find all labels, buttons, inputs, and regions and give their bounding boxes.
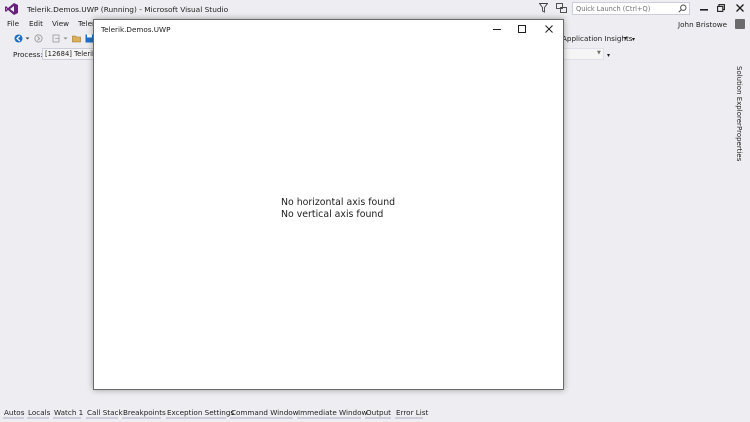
tab-call-stack[interactable]: Call Stack [87,408,123,417]
horizontal-axis-message: No horizontal axis found [281,197,396,208]
process-dropdown[interactable]: [12684] Telerik.D [42,48,98,60]
maximize-icon [518,24,526,33]
minimize-icon [700,9,708,11]
restore-button[interactable] [714,2,728,14]
feedback-icon[interactable] [556,3,567,13]
app-window-title: Telerik.Demos.UWP [101,25,171,34]
search-icon[interactable] [678,4,687,13]
new-project-icon[interactable] [52,34,61,43]
tab-underline [297,417,361,419]
open-folder-icon[interactable] [72,34,81,43]
menu-file[interactable]: File [7,19,19,28]
tab-underline [3,417,24,419]
chevron-down-icon[interactable] [25,34,30,43]
tab-immediate-window[interactable]: Immediate Window [298,408,367,417]
process-label: Process: [13,50,43,59]
avatar[interactable] [735,19,745,29]
tab-watch-1[interactable]: Watch 1 [54,408,83,417]
toolbar-overflow-icon[interactable]: ▾ [607,52,610,59]
app-maximize-button[interactable] [516,23,528,34]
close-icon [736,4,744,12]
window-title: Telerik.Demos.UWP (Running) - Microsoft … [27,5,229,14]
tab-underline [395,417,423,419]
menu-edit[interactable]: Edit [29,19,43,28]
tab-breakpoints[interactable]: Breakpoints [123,408,166,417]
tab-underline [53,417,81,419]
close-icon [545,24,553,33]
tab-exception-settings[interactable]: Exception Settings [167,408,234,417]
app-minimize-button[interactable] [491,23,503,34]
application-insights-button[interactable]: Application Insights [562,34,633,43]
quick-launch-box[interactable] [572,2,690,15]
chevron-down-icon[interactable]: ▾ [624,35,627,42]
user-name[interactable]: John Bristowe [678,20,727,29]
tab-output[interactable]: Output [366,408,391,417]
close-button[interactable] [733,2,747,14]
tab-underline [166,417,226,419]
minimize-icon [493,28,501,30]
tab-autos[interactable]: Autos [4,408,24,417]
visual-studio-logo-icon[interactable] [5,3,18,15]
tab-properties[interactable]: Properties [735,126,743,161]
restore-icon [717,4,725,12]
menu-view[interactable]: View [52,19,69,28]
app-window[interactable]: Telerik.Demos.UWP No horizontal axis fou… [93,19,564,390]
app-close-button[interactable] [543,23,555,34]
tab-underline [122,417,161,419]
tab-command-window[interactable]: Command Window [231,408,299,417]
navigate-back-icon[interactable] [14,34,23,43]
toolbar-overflow-icon[interactable]: ▾ [632,36,635,43]
tab-solution-explorer[interactable]: Solution Explorer [735,66,743,126]
tab-underline [365,417,391,419]
filter-icon[interactable] [539,3,548,13]
chevron-down-icon[interactable]: ▼ [597,50,601,56]
navigate-forward-icon[interactable] [34,34,43,43]
tab-underline [86,417,118,419]
tab-locals[interactable]: Locals [28,408,50,417]
tab-underline [27,417,49,419]
tab-error-list[interactable]: Error List [396,408,428,417]
vs-title-bar: Telerik.Demos.UWP (Running) - Microsoft … [0,0,750,17]
minimize-button[interactable] [697,2,711,14]
quick-launch-input[interactable] [573,3,673,14]
vertical-axis-message: No vertical axis found [281,209,384,220]
chevron-down-icon[interactable] [63,34,68,43]
tab-underline [230,417,293,419]
